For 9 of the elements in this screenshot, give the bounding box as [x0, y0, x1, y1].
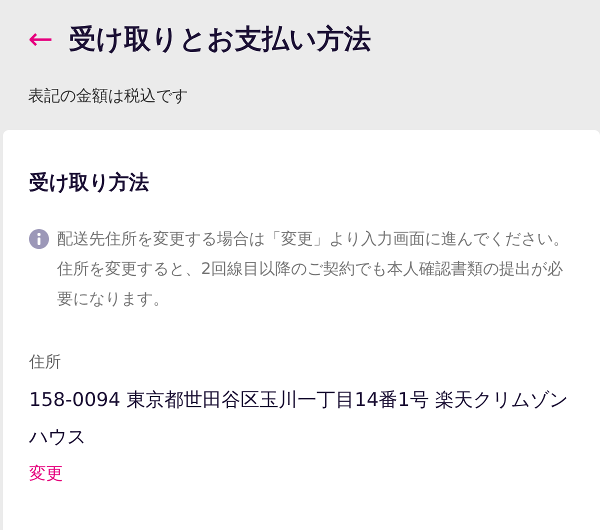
address-text: 158-0094 東京都世田谷区玉川一丁目14番1号 楽天クリムゾンハウス — [29, 388, 569, 450]
change-link[interactable]: 変更 — [29, 462, 63, 488]
page-title: 受け取りとお支払い方法 — [69, 24, 372, 56]
tax-note: 表記の金額は税込です — [28, 86, 188, 106]
back-button[interactable]: ← — [28, 25, 54, 56]
info-icon — [29, 229, 49, 250]
address-label: 住所 — [29, 352, 61, 372]
notice-text: 配送先住所を変更する場合は「変更」より入力画面に進んでください。住所を変更すると、2回線目以降のご契約でも本人確認書類の提出が必要になります。 — [57, 228, 570, 310]
section-title: 受け取り方法 — [29, 170, 150, 194]
